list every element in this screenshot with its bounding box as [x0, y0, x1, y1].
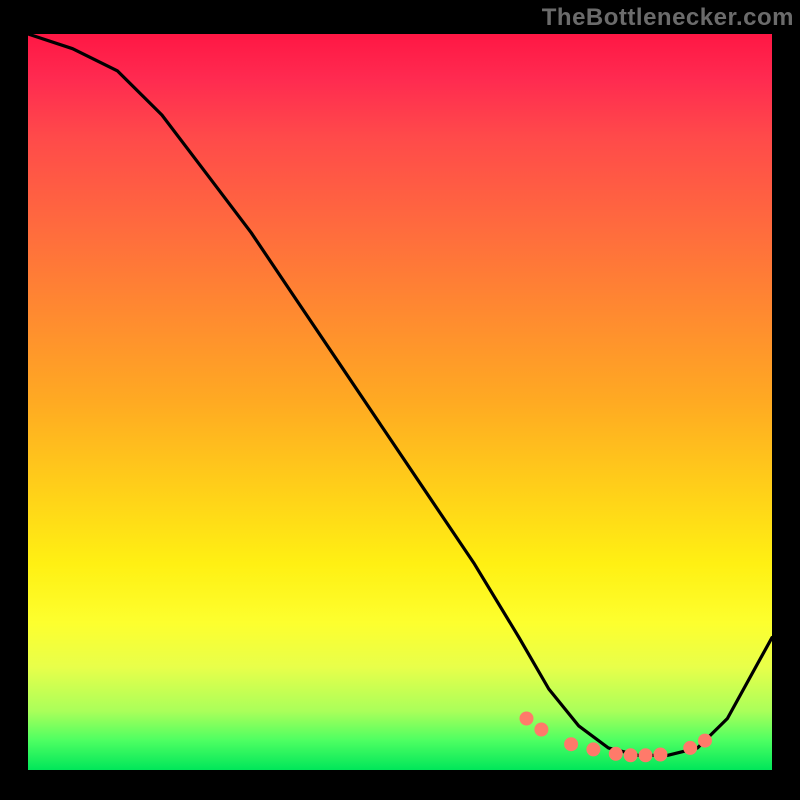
- marker-dot: [684, 741, 697, 754]
- marker-dot: [609, 747, 622, 760]
- marker-dot: [520, 712, 533, 725]
- marker-dot: [654, 748, 667, 761]
- bottleneck-curve: [28, 34, 772, 770]
- optimal-markers: [520, 712, 712, 762]
- chart-frame: TheBottlenecker.com: [0, 0, 800, 800]
- watermark-label: TheBottlenecker.com: [542, 4, 794, 32]
- plot-area: [28, 34, 772, 770]
- marker-dot: [565, 738, 578, 751]
- marker-dot: [639, 749, 652, 762]
- curve-path: [28, 34, 772, 755]
- marker-dot: [535, 723, 548, 736]
- marker-dot: [624, 749, 637, 762]
- marker-dot: [699, 734, 712, 747]
- marker-dot: [587, 743, 600, 756]
